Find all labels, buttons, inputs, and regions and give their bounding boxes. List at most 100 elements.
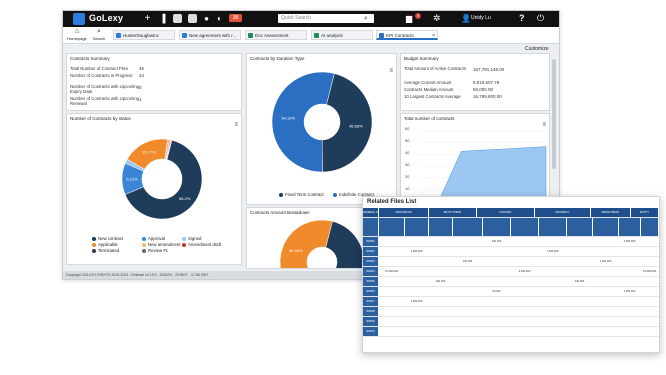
- table-cell: [539, 277, 566, 286]
- row-id-cell[interactable]: ID0008: [363, 307, 378, 316]
- row-id-cell[interactable]: ID0006: [363, 287, 378, 296]
- table-cell: [567, 317, 592, 326]
- table-cell: 1,000,000: [623, 290, 636, 293]
- table-cell: [641, 287, 658, 296]
- table-cell: [511, 277, 538, 286]
- row-id-cell[interactable]: ID0001: [363, 237, 378, 246]
- column-header: [379, 218, 404, 236]
- user-icon[interactable]: 👤: [461, 14, 471, 23]
- group-header: GENERAL INFORMATION: [363, 208, 378, 217]
- table-cell: [429, 317, 452, 326]
- legend-dot: [92, 236, 96, 241]
- tab-doc-assessment[interactable]: Doc Assessment: [245, 30, 307, 40]
- donut-slice: [279, 219, 333, 268]
- table-cell: [511, 287, 538, 296]
- table-cell: [511, 237, 538, 246]
- legend-item: Review #1: [142, 248, 168, 253]
- table-row: ID0009: [363, 317, 659, 327]
- row-id-cell[interactable]: ID0004: [363, 267, 378, 276]
- table-row: ID0008: [363, 307, 659, 317]
- user-name[interactable]: Unidy Lu: [471, 15, 491, 21]
- table-cell: [641, 327, 658, 336]
- table-cell: [483, 247, 510, 256]
- gear-icon[interactable]: ✲: [433, 14, 441, 23]
- tab-label: New agreement with r...: [189, 33, 237, 38]
- row-id-cell[interactable]: ID0005: [363, 277, 378, 286]
- top-navigation-bar: GoLexy + ▐ ● ◐ 38 Quick Search ⌕ ▆ 5 ✲ 👤…: [63, 11, 559, 27]
- table-cell: [539, 327, 566, 336]
- search-icon[interactable]: ⌕: [364, 15, 372, 23]
- table-cell: 1,000,000: [410, 250, 423, 253]
- legend-item: Fixed Term Contract: [279, 192, 324, 197]
- table-cell: [593, 247, 618, 256]
- contracts-summary-panel: Contracts Summary Total Number of Contra…: [66, 53, 242, 111]
- tab-hunterdouglas[interactable]: HunterDouglasInc: [113, 30, 175, 40]
- legend-item: New amendment: [142, 242, 180, 247]
- budget-label: Average Current Amount: [404, 80, 452, 85]
- table-cell: [539, 267, 566, 276]
- table-cell: [641, 247, 658, 256]
- table-cell: [405, 327, 428, 336]
- table-row: ID0005 100,000 120,000: [363, 277, 659, 287]
- homepage-button[interactable]: ⌂ Homepage: [67, 28, 87, 42]
- eye-icon[interactable]: ◐: [215, 14, 224, 23]
- power-icon[interactable]: ⏻: [537, 13, 544, 24]
- group-header: ENTITY: [631, 208, 658, 217]
- tab-doc-icon: [182, 33, 187, 38]
- help-icon[interactable]: ?: [519, 13, 525, 23]
- budget-value: 167,791,146.00: [473, 67, 505, 72]
- search-button[interactable]: ⌕ Search: [92, 28, 106, 42]
- row-id-cell[interactable]: ID0010: [363, 327, 378, 336]
- tab-kpi-contracts[interactable]: KPI Contracts ×: [376, 30, 438, 40]
- table-cell: [453, 277, 482, 286]
- row-id-cell[interactable]: ID0009: [363, 317, 378, 326]
- table-cell: [539, 287, 566, 296]
- column-header: [641, 218, 658, 236]
- table-row: ID0010: [363, 327, 659, 337]
- table-cell: 120,000: [574, 280, 585, 283]
- table-cell: [483, 307, 510, 316]
- search-label: Search: [92, 36, 106, 41]
- calendar-icon[interactable]: [173, 14, 182, 23]
- document-icon[interactable]: [188, 14, 197, 23]
- table-cell: [453, 287, 482, 296]
- table-row: ID0004 10,000,000 2,000,000 15,000,000: [363, 267, 659, 277]
- duration-chart-panel: Contracts by Duration Type ≡ 45.88% 54.12…: [246, 53, 397, 205]
- scrollbar[interactable]: [552, 59, 556, 169]
- table-cell: 15,000,000: [643, 270, 656, 273]
- tab-doc-icon: [116, 33, 121, 38]
- summary-value: 1: [139, 97, 142, 102]
- globe-icon[interactable]: ●: [202, 14, 211, 23]
- notification-badge[interactable]: 38: [229, 14, 242, 22]
- row-id-cell[interactable]: ID0007: [363, 297, 378, 306]
- table-cell: [641, 277, 658, 286]
- close-icon[interactable]: ×: [432, 31, 435, 38]
- table-row: ID0003 100,000 1,000,000: [363, 257, 659, 267]
- tab-ai-analysis[interactable]: AI analysis: [311, 30, 373, 40]
- panel-title: Number of Contracts by status: [70, 116, 131, 121]
- customize-button[interactable]: Customize: [525, 46, 549, 52]
- tab-new-agreement[interactable]: New agreement with r...: [179, 30, 241, 40]
- table-cell: 1,000,000: [599, 260, 612, 263]
- related-files-panel: Related Files List GENERAL INFORMATIONOR…: [362, 196, 660, 353]
- row-id-cell[interactable]: ID0003: [363, 257, 378, 266]
- table-row: ID0006 60,000 1,000,000: [363, 287, 659, 297]
- column-header: [511, 218, 538, 236]
- add-icon[interactable]: +: [143, 14, 152, 24]
- tab-doc-icon: [379, 33, 384, 38]
- summary-label: Number of Contracts in Progress: [70, 73, 133, 78]
- table-cell: [379, 287, 404, 296]
- table-cell: [511, 257, 538, 266]
- row-id-cell[interactable]: ID0002: [363, 247, 378, 256]
- tab-label: AI analysis: [321, 33, 343, 38]
- table-cell: [379, 247, 404, 256]
- group-header: PROPERTY: [535, 208, 590, 217]
- legend-label: New contract: [98, 236, 124, 241]
- table-cell: [641, 237, 658, 246]
- bar-chart-icon[interactable]: ▐: [158, 14, 167, 23]
- table-cell: [593, 267, 618, 276]
- legend-label: Review #1: [148, 248, 169, 253]
- status-donut-chart: 66.2% 5.12% 13.17%: [121, 138, 203, 220]
- legend-dot: [182, 236, 186, 241]
- quick-search-input[interactable]: Quick Search: [278, 14, 374, 23]
